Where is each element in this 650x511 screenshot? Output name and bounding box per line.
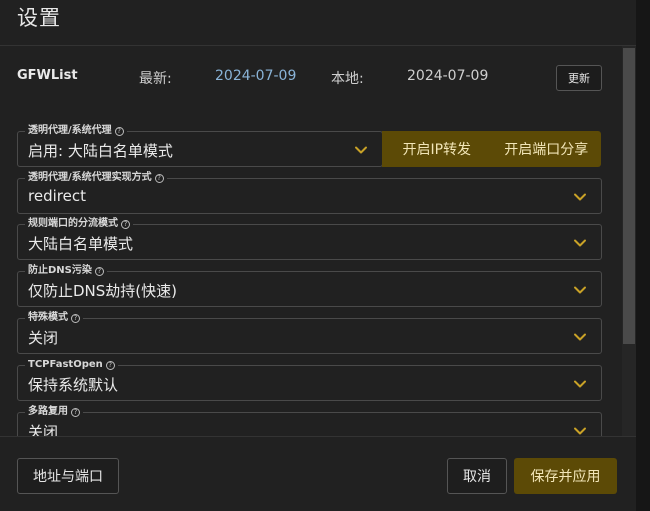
gfwlist-name: GFWList bbox=[17, 68, 78, 83]
field-legend: 防止DNS污染 ? bbox=[25, 265, 107, 277]
ip-forward-button[interactable]: 开启IP转发 bbox=[382, 131, 492, 167]
help-icon[interactable]: ? bbox=[71, 407, 80, 417]
help-icon[interactable]: ? bbox=[121, 219, 130, 229]
dialog-title: 设置 bbox=[17, 6, 61, 30]
chevron-down-icon bbox=[354, 143, 368, 157]
field-label: 特殊模式 bbox=[28, 312, 68, 323]
gfwlist-latest-label: 最新: bbox=[139, 71, 172, 87]
transparent-proxy-select[interactable]: 透明代理/系统代理 ? 启用: 大陆白名单模式 bbox=[17, 125, 383, 167]
chevron-down-icon bbox=[573, 377, 587, 391]
vertical-scrollbar[interactable] bbox=[622, 46, 636, 436]
save-apply-button[interactable]: 保存并应用 bbox=[514, 458, 617, 494]
dns-pollution-select[interactable]: 防止DNS污染 ? 仅防止DNS劫持(快速) bbox=[17, 265, 602, 307]
dialog-header: 设置 bbox=[0, 0, 636, 46]
chevron-down-icon bbox=[573, 236, 587, 250]
tcp-fastopen-select[interactable]: TCPFastOpen ? 保持系统默认 bbox=[17, 359, 602, 401]
chevron-down-icon bbox=[573, 330, 587, 344]
cancel-button[interactable]: 取消 bbox=[447, 458, 507, 494]
field-value: 保持系统默认 bbox=[28, 376, 119, 394]
chevron-down-icon bbox=[573, 424, 587, 436]
help-icon[interactable]: ? bbox=[114, 126, 124, 136]
field-value: 关闭 bbox=[28, 423, 59, 436]
gfwlist-row: GFWList 最新: 2024-07-09 本地: 2024-07-09 更新 bbox=[0, 46, 622, 106]
address-port-button[interactable]: 地址与端口 bbox=[17, 458, 119, 494]
gfwlist-local-value: 2024-07-09 bbox=[407, 68, 489, 84]
field-value: 启用: 大陆白名单模式 bbox=[28, 142, 173, 160]
field-value: 关闭 bbox=[28, 329, 59, 347]
help-icon[interactable]: ? bbox=[94, 266, 104, 276]
field-legend: 透明代理/系统代理 ? bbox=[25, 125, 127, 137]
rule-port-mode-select[interactable]: 规则端口的分流模式 ? 大陆白名单模式 bbox=[17, 218, 602, 260]
field-legend: 特殊模式 ? bbox=[25, 312, 83, 324]
field-label: 规则端口的分流模式 bbox=[28, 218, 118, 229]
help-icon[interactable]: ? bbox=[105, 360, 115, 370]
proxy-implementation-select[interactable]: 透明代理/系统代理实现方式 ? redirect bbox=[17, 172, 602, 214]
field-value: 大陆白名单模式 bbox=[28, 235, 134, 253]
dialog-body[interactable]: GFWList 最新: 2024-07-09 本地: 2024-07-09 更新… bbox=[0, 46, 622, 436]
field-label: TCPFastOpen bbox=[28, 359, 103, 370]
field-label: 防止DNS污染 bbox=[28, 265, 92, 276]
update-button[interactable]: 更新 bbox=[556, 65, 602, 91]
gfwlist-latest-value[interactable]: 2024-07-09 bbox=[215, 68, 296, 84]
field-value: redirect bbox=[28, 187, 86, 205]
settings-dialog: 设置 GFWList 最新: 2024-07-09 本地: 2024-07-09… bbox=[0, 0, 636, 511]
field-legend: TCPFastOpen ? bbox=[25, 359, 118, 371]
field-legend: 规则端口的分流模式 ? bbox=[25, 218, 133, 230]
field-label: 透明代理/系统代理 bbox=[28, 125, 112, 136]
field-label: 多路复用 bbox=[28, 406, 68, 417]
field-value: 仅防止DNS劫持(快速) bbox=[28, 282, 177, 300]
field-legend: 透明代理/系统代理实现方式 ? bbox=[25, 172, 167, 184]
field-legend: 多路复用 ? bbox=[25, 406, 83, 418]
help-icon[interactable]: ? bbox=[71, 313, 80, 323]
window-edge bbox=[636, 0, 650, 511]
dialog-footer: 地址与端口 取消 保存并应用 bbox=[0, 436, 636, 511]
help-icon[interactable]: ? bbox=[154, 173, 164, 183]
multiplex-select[interactable]: 多路复用 ? 关闭 bbox=[17, 406, 602, 436]
proxy-action-group: 开启IP转发 开启端口分享 bbox=[382, 131, 601, 167]
scrollbar-thumb[interactable] bbox=[623, 48, 635, 344]
chevron-down-icon bbox=[573, 283, 587, 297]
port-share-button[interactable]: 开启端口分享 bbox=[492, 131, 602, 167]
special-mode-select[interactable]: 特殊模式 ? 关闭 bbox=[17, 312, 602, 354]
chevron-down-icon bbox=[573, 190, 587, 204]
field-label: 透明代理/系统代理实现方式 bbox=[28, 172, 152, 183]
gfwlist-local-label: 本地: bbox=[331, 71, 364, 87]
